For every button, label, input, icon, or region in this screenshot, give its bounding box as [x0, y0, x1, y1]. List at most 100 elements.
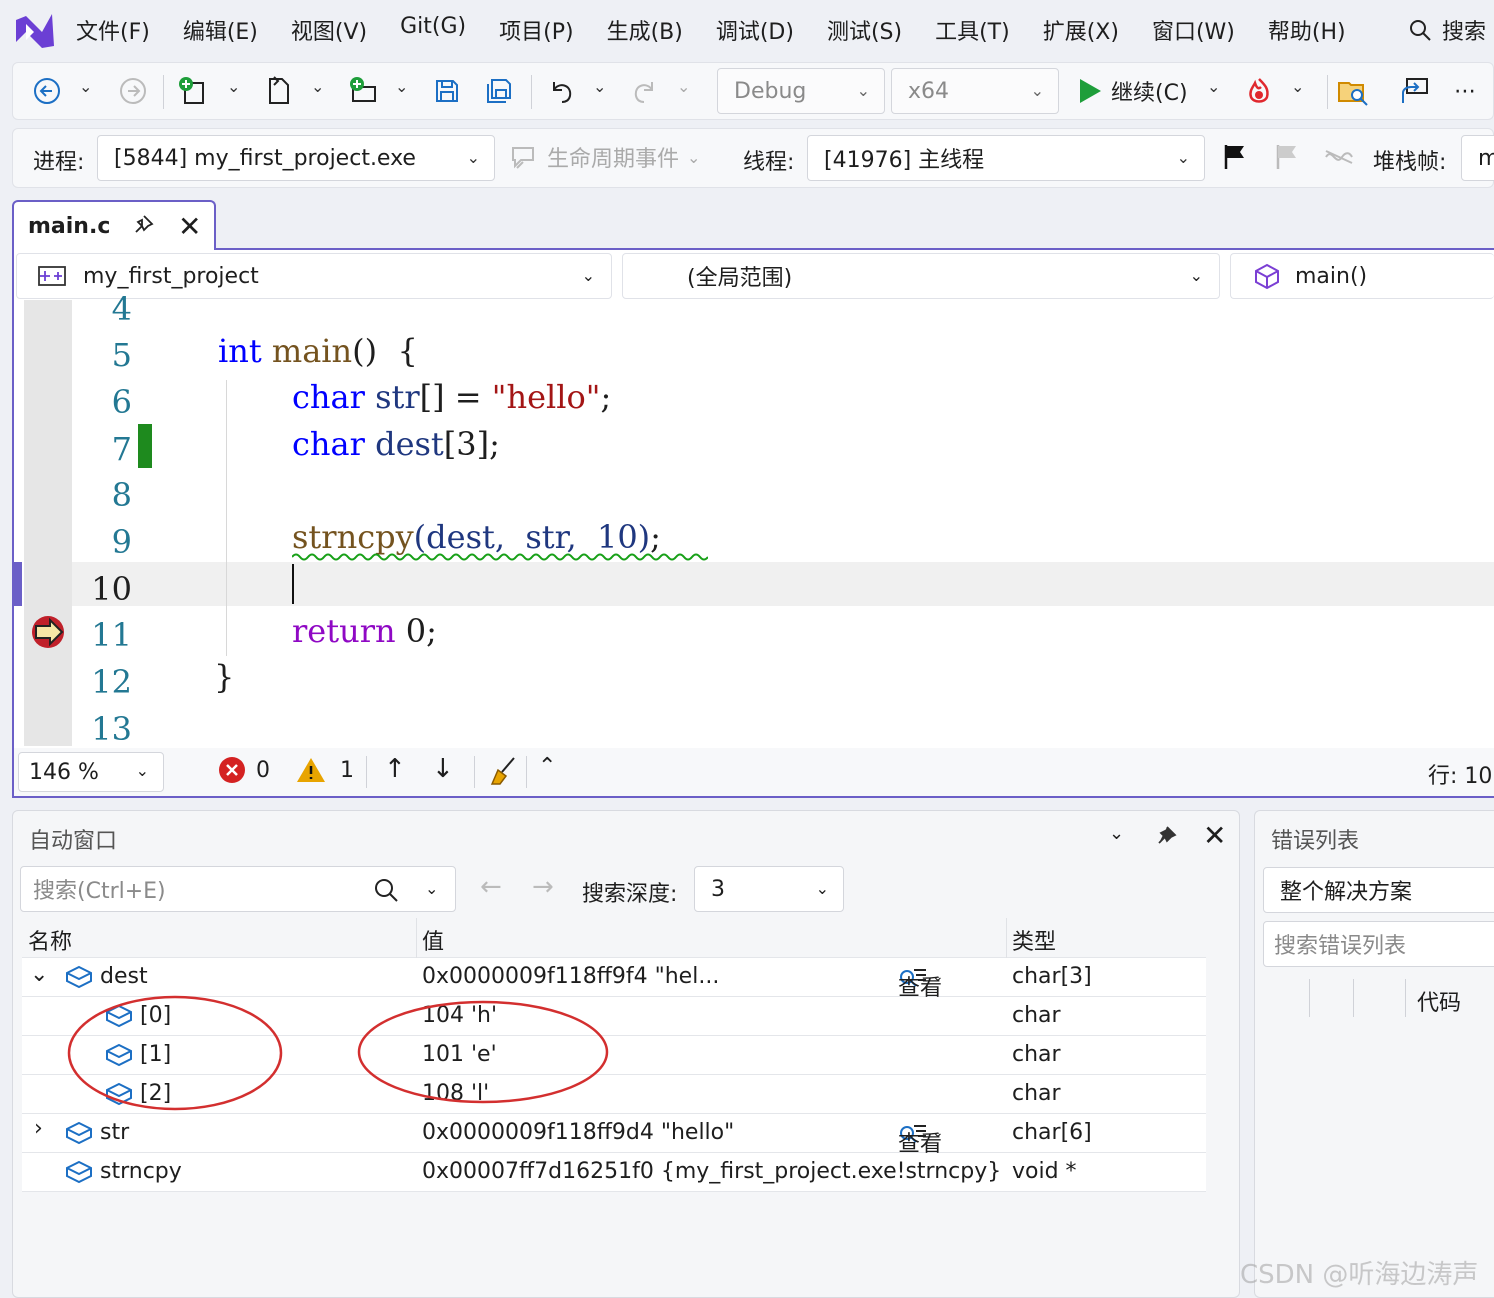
code-editor[interactable]: [12, 248, 1494, 798]
zoom-select[interactable]: 146 % ⌄: [18, 752, 164, 792]
chevron-down-icon[interactable]: ⌄: [1207, 77, 1220, 96]
unflag-thread-icon[interactable]: [1271, 141, 1303, 173]
error-count-button[interactable]: 0: [218, 756, 270, 784]
chevron-down-icon[interactable]: ⌄: [677, 77, 690, 96]
column-code[interactable]: 代码: [1417, 985, 1461, 1017]
new-project-icon[interactable]: [177, 75, 209, 107]
search-depth-select[interactable]: 3 ⌄: [694, 866, 844, 912]
play-icon: [1080, 79, 1101, 103]
thread-select[interactable]: [41976] 主线程 ⌄: [807, 135, 1205, 181]
menu-build[interactable]: 生成(B): [607, 14, 683, 46]
row-type: char: [1012, 1081, 1061, 1106]
search-next-icon[interactable]: →: [532, 872, 554, 902]
global-search[interactable]: 搜索: [1408, 14, 1486, 46]
menu-test[interactable]: 测试(S): [827, 14, 902, 46]
code-cleanup-icon[interactable]: [488, 756, 518, 786]
warning-count: 1: [340, 757, 354, 783]
warning-count-button[interactable]: 1: [296, 756, 354, 784]
column-name[interactable]: 名称: [28, 924, 72, 956]
error-scope-select[interactable]: 整个解决方案: [1263, 867, 1494, 913]
breakpoint-next-statement-icon[interactable]: [30, 614, 68, 650]
continue-button[interactable]: 继续(C): [1077, 75, 1188, 107]
warning-squiggle[interactable]: [292, 552, 708, 562]
menu-edit[interactable]: 编辑(E): [183, 14, 258, 46]
add-item-icon[interactable]: [347, 75, 379, 107]
menu-view[interactable]: 视图(V): [291, 14, 367, 46]
error-search-input[interactable]: 搜索错误列表: [1263, 921, 1494, 967]
menu-extensions[interactable]: 扩展(X): [1043, 14, 1119, 46]
chevron-down-icon[interactable]: ⌄: [1109, 823, 1124, 844]
scope-nav-select[interactable]: (全局范围) ⌄: [622, 253, 1220, 299]
save-icon[interactable]: [431, 75, 463, 107]
pin-icon[interactable]: [132, 214, 154, 241]
chevron-down-icon[interactable]: ⌄: [311, 77, 324, 96]
previous-issue-icon[interactable]: ↑: [384, 754, 406, 784]
function-nav-select[interactable]: main(): [1230, 253, 1494, 299]
row-type: char: [1012, 1042, 1061, 1067]
menu-file[interactable]: 文件(F): [76, 14, 150, 46]
navigate-forward-icon[interactable]: [117, 75, 149, 107]
thread-label: 线程:: [743, 150, 795, 175]
process-label: 进程:: [33, 150, 85, 175]
breakpoint-gutter[interactable]: [24, 300, 72, 746]
menu-debug[interactable]: 调试(D): [716, 14, 794, 46]
chevron-down-icon[interactable]: ⌄: [425, 879, 438, 898]
save-all-icon[interactable]: [483, 75, 515, 107]
chevron-down-icon: ⌄: [815, 879, 829, 898]
menu-project[interactable]: 项目(P): [499, 14, 573, 46]
visual-studio-logo-icon[interactable]: [12, 10, 56, 52]
undo-icon[interactable]: [545, 75, 577, 107]
menu-window[interactable]: 窗口(W): [1152, 14, 1235, 46]
indent-guide: [226, 380, 227, 656]
table-row[interactable]: strncpy 0x00007ff7d16251f0 {my_first_pro…: [22, 1153, 1206, 1192]
line-number: 11: [91, 616, 132, 654]
chevron-down-icon[interactable]: ⌄: [79, 77, 92, 96]
more-icon[interactable]: ⋯: [1449, 75, 1481, 107]
table-row[interactable]: › str 0x0000009f118ff9d4 "hello" 查看 ⌄ ch…: [22, 1114, 1206, 1157]
chevron-down-icon[interactable]: ⌄: [593, 77, 606, 96]
error-icon: [219, 757, 245, 783]
autos-search-input[interactable]: 搜索(Ctrl+E) ⌄: [20, 866, 456, 912]
open-file-icon[interactable]: [263, 75, 295, 107]
view-button[interactable]: 查看 ⌄: [898, 1120, 944, 1157]
process-value: [5844] my_first_project.exe: [114, 145, 416, 171]
chevron-down-icon[interactable]: ⌄: [227, 77, 240, 96]
chevron-up-icon[interactable]: ⌃: [538, 754, 556, 779]
pin-icon[interactable]: [1155, 825, 1177, 847]
row-name: str: [100, 1120, 130, 1145]
tab-main-c[interactable]: main.c ✕: [12, 200, 216, 250]
navigate-back-icon[interactable]: [31, 75, 63, 107]
chevron-down-icon[interactable]: ⌄: [1291, 77, 1304, 96]
code-line-6: char str[] = "hello";: [292, 378, 612, 416]
show-threads-icon[interactable]: [1323, 141, 1355, 173]
find-in-files-icon[interactable]: [1337, 75, 1369, 107]
function-nav-value: main(): [1295, 263, 1368, 289]
lifecycle-events-button[interactable]: 生命周期事件 ⌄: [509, 141, 700, 173]
continue-label: 继续(C): [1111, 81, 1188, 106]
live-share-icon[interactable]: [1399, 75, 1431, 107]
menu-git[interactable]: Git(G): [400, 14, 466, 46]
search-previous-icon[interactable]: ←: [480, 872, 502, 902]
column-value[interactable]: 值: [422, 924, 444, 956]
process-select[interactable]: [5844] my_first_project.exe ⌄: [97, 135, 495, 181]
search-icon[interactable]: [373, 877, 399, 903]
expand-icon[interactable]: ›: [34, 1116, 43, 1141]
column-type[interactable]: 类型: [1012, 924, 1056, 956]
menu-help[interactable]: 帮助(H): [1268, 14, 1346, 46]
menu-tools[interactable]: 工具(T): [935, 14, 1010, 46]
code-line-12: }: [214, 658, 235, 696]
platform-select[interactable]: x64 ⌄: [891, 68, 1059, 114]
flag-thread-icon[interactable]: [1219, 141, 1251, 173]
configuration-select[interactable]: Debug ⌄: [717, 68, 885, 114]
chevron-down-icon[interactable]: ⌄: [395, 77, 408, 96]
hot-reload-icon[interactable]: [1243, 75, 1275, 107]
stackframe-select[interactable]: m: [1461, 135, 1494, 181]
collapse-icon[interactable]: ⌄: [30, 962, 48, 987]
view-button[interactable]: 查看 ⌄: [898, 964, 944, 1001]
zoom-value: 146 %: [29, 759, 99, 785]
chevron-down-icon: ⌄: [1189, 266, 1203, 285]
next-issue-icon[interactable]: ↓: [432, 754, 454, 784]
close-icon[interactable]: ✕: [1203, 819, 1226, 852]
close-icon[interactable]: ✕: [178, 210, 201, 243]
redo-icon[interactable]: [629, 75, 661, 107]
